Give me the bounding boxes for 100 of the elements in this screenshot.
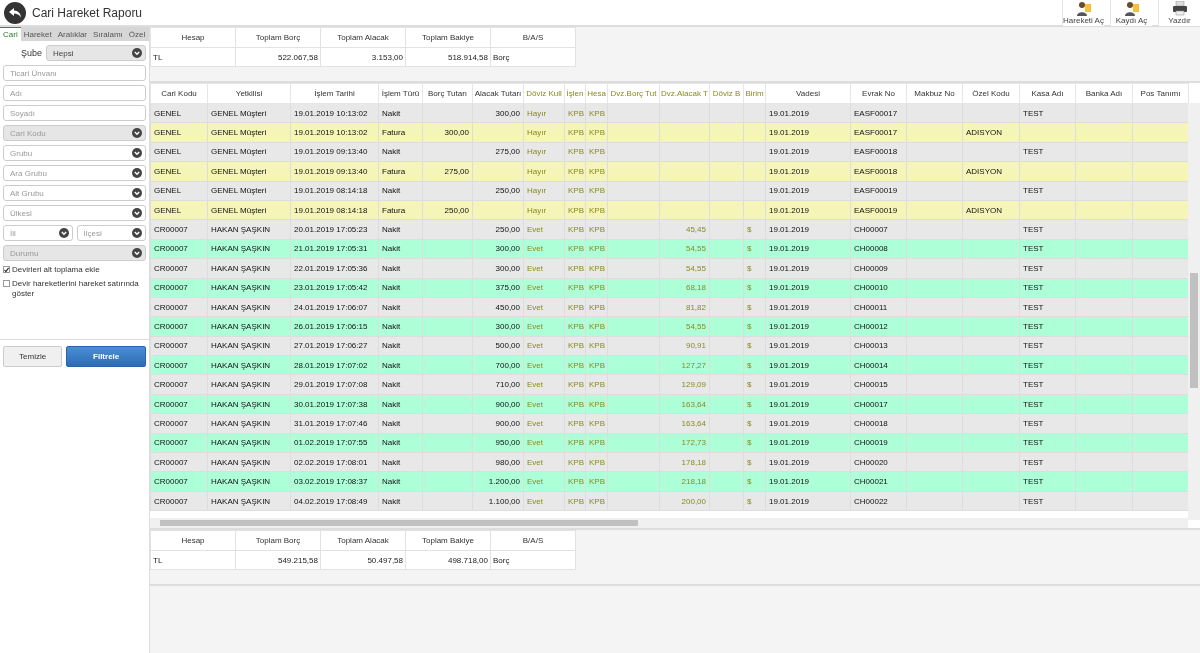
table-cell: $ [743, 452, 766, 472]
table-cell [906, 471, 963, 492]
table-cell [962, 355, 1020, 375]
table-row[interactable]: GENEL GENEL Müşteri 19.01.2019 09:13:40 Fatura 275,00 Hayır KPB KPB 19.01.2019 EASF00018 ADISYON [150, 161, 1189, 182]
table-cell: HAKAN ŞAŞKIN [207, 278, 291, 298]
table-row[interactable]: CR00007 HAKAN ŞAŞKIN 29.01.2019 17:07:08 Nakit 710,00 Evet KPB KPB 129,09 $ 19.01.2019 CH00015 TEST [150, 374, 1189, 395]
back-button[interactable] [4, 1, 26, 24]
table-cell: Evet [523, 452, 565, 472]
column-header[interactable]: Döviz Kull [523, 83, 565, 104]
table-cell [1019, 122, 1076, 143]
column-header[interactable]: İşlen [564, 83, 586, 104]
table-cell: KPB [564, 336, 586, 356]
checkbox[interactable] [3, 280, 10, 287]
table-row[interactable]: CR00007 HAKAN ŞAŞKIN 01.02.2019 17:07:55 Nakit 950,00 Evet KPB KPB 172,73 $ 19.01.2019 CH00019 TEST [150, 433, 1189, 453]
column-header[interactable]: Özel Kodu [962, 83, 1020, 104]
checkbox-option[interactable]: Devirleri alt toplama ekle [3, 265, 146, 275]
table-cell: CH00017 [850, 394, 907, 414]
table-cell: 26.01.2019 17:06:15 [290, 316, 379, 337]
table-cell: Nakit [378, 433, 423, 453]
vertical-scrollbar[interactable] [1188, 103, 1200, 520]
table-cell: 28.01.2019 17:07:02 [290, 355, 379, 375]
table-row[interactable]: CR00007 HAKAN ŞAŞKIN 21.01.2019 17:05:31 Nakit 300,00 Evet KPB KPB 54,55 $ 19.01.2019 CH00008 TEST [150, 239, 1189, 259]
table-cell: CH00013 [850, 336, 907, 356]
column-header[interactable]: Yetkilisi [207, 83, 291, 104]
table-cell [906, 122, 963, 143]
table-cell: KPB [564, 316, 586, 337]
column-header[interactable]: Evrak No [850, 83, 907, 104]
table-cell [1075, 161, 1133, 182]
toolbar-button[interactable]: Yazdır [1158, 0, 1200, 26]
table-row[interactable]: CR00007 HAKAN ŞAŞKIN 30.01.2019 17:07:38 Nakit 900,00 Evet KPB KPB 163,64 $ 19.01.2019 CH00017 TEST [150, 394, 1189, 414]
column-header[interactable]: Dvz.Borç Tut [607, 83, 660, 104]
table-row[interactable]: CR00007 HAKAN ŞAŞKIN 02.02.2019 17:08:01 Nakit 980,00 Evet KPB KPB 178,18 $ 19.01.2019 CH00020 TEST [150, 452, 1189, 472]
toolbar-button[interactable]: Kaydı Aç [1110, 0, 1152, 26]
table-cell: 19.01.2019 [765, 433, 851, 453]
column-header[interactable]: Borç Tutarı [422, 83, 473, 104]
column-header[interactable]: Banka Adı [1075, 83, 1133, 104]
column-header[interactable]: Alacak Tutarı [472, 83, 524, 104]
table-row[interactable]: CR00007 HAKAN ŞAŞKIN 23.01.2019 17:05:42 Nakit 375,00 Evet KPB KPB 68,18 $ 19.01.2019 CH00010 TEST [150, 278, 1189, 298]
table-row[interactable]: CR00007 HAKAN ŞAŞKIN 22.01.2019 17:05:36 Nakit 300,00 Evet KPB KPB 54,55 $ 19.01.2019 CH00009 TEST [150, 258, 1189, 278]
table-cell: TL [150, 550, 236, 570]
select-field[interactable]: Hepsi [46, 45, 146, 61]
table-row[interactable]: CR00007 HAKAN ŞAŞKIN 26.01.2019 17:06:15 Nakit 300,00 Evet KPB KPB 54,55 $ 19.01.2019 CH00012 TEST [150, 316, 1189, 337]
table-cell: 1.100,00 [472, 491, 524, 511]
table-row[interactable]: CR00007 HAKAN ŞAŞKIN 03.02.2019 17:08:37 Nakit 1.200,00 Evet KPB KPB 218,18 $ 19.01.2019 CH00021 TEST [150, 471, 1189, 492]
table-cell: 900,00 [472, 394, 524, 414]
filter-button[interactable]: Filtrele [66, 346, 146, 367]
column-header[interactable]: Birim [743, 83, 766, 104]
table-row[interactable]: CR00007 HAKAN ŞAŞKIN 28.01.2019 17:07:02 Nakit 700,00 Evet KPB KPB 127,27 $ 19.01.2019 CH00014 TEST [150, 355, 1189, 375]
filter-tab[interactable]: Cari [0, 27, 21, 41]
table-cell [962, 471, 1020, 492]
table-row[interactable]: CR00007 HAKAN ŞAŞKIN 20.01.2019 17:05:23 Nakit 250,00 Evet KPB KPB 45,45 $ 19.01.2019 CH00007 TEST [150, 219, 1189, 240]
table-cell: 275,00 [422, 161, 473, 182]
table-row[interactable]: GENEL GENEL Müşteri 19.01.2019 08:14:18 Nakit 250,00 Hayır KPB KPB 19.01.2019 EASF00019 TEST [150, 181, 1189, 201]
table-row[interactable]: CR00007 HAKAN ŞAŞKIN 27.01.2019 17:06:27 Nakit 500,00 Evet KPB KPB 90,91 $ 19.01.2019 CH00013 TEST [150, 336, 1189, 356]
horizontal-scrollbar[interactable] [150, 518, 1188, 528]
table-row[interactable]: CR00007 HAKAN ŞAŞKIN 24.01.2019 17:06:07 Nakit 450,00 Evet KPB KPB 81,82 $ 19.01.2019 CH00011 TEST [150, 297, 1189, 317]
clear-button[interactable]: Temizle [3, 346, 63, 367]
table-cell: 19.01.2019 [765, 181, 851, 201]
filter-tab[interactable]: Hareket [20, 27, 55, 41]
table-row[interactable]: GENEL GENEL Müşteri 19.01.2019 09:13:40 Nakit 275,00 Hayır KPB KPB 19.01.2019 EASF00018 TEST [150, 142, 1189, 162]
column-header[interactable]: Vadesi [765, 83, 851, 104]
table-cell: $ [743, 355, 766, 375]
table-cell: EASF00017 [850, 103, 907, 123]
table-cell [906, 161, 963, 182]
table-row[interactable]: GENEL GENEL Müşteri 19.01.2019 08:14:18 Fatura 250,00 Hayır KPB KPB 19.01.2019 EASF00019 ADISYON [150, 200, 1189, 220]
table-cell: 1.200,00 [472, 471, 524, 492]
table-cell [906, 219, 963, 240]
table-cell: 19.01.2019 [765, 413, 851, 434]
filter-tab[interactable]: Özel [125, 27, 149, 41]
table-row[interactable]: GENEL GENEL Müşteri 19.01.2019 10:13:02 Fatura 300,00 Hayır KPB KPB 19.01.2019 EASF00017 ADISYON [150, 122, 1189, 143]
table-cell: 900,00 [472, 413, 524, 434]
column-header[interactable]: İşlem Tarihi [290, 83, 379, 104]
table-cell [607, 200, 660, 220]
check-icon [4, 266, 9, 273]
column-header[interactable]: Makbuz No [906, 83, 963, 104]
table-row[interactable]: GENEL GENEL Müşteri 19.01.2019 10:13:02 Nakit 300,00 Hayır KPB KPB 19.01.2019 EASF00017 TEST [150, 103, 1189, 123]
column-header[interactable]: Döviz B [709, 83, 744, 104]
table-cell: KPB [564, 374, 586, 395]
table-cell: KPB [564, 433, 586, 453]
table-row[interactable]: CR00007 HAKAN ŞAŞKIN 04.02.2019 17:08:49 Nakit 1.100,00 Evet KPB KPB 200,00 $ 19.01.2019 CH00022 TEST [150, 491, 1189, 511]
table-row[interactable]: CR00007 HAKAN ŞAŞKIN 31.01.2019 17:07:46 Nakit 900,00 Evet KPB KPB 163,64 $ 19.01.2019 CH00018 TEST [150, 413, 1189, 434]
column-header[interactable]: İşlem Türü [378, 83, 423, 104]
toolbar-button[interactable]: Hareketi Aç [1062, 0, 1104, 26]
column-header[interactable]: Pos Tanımı [1132, 83, 1189, 104]
column-header[interactable]: Dvz.Alacak T [659, 83, 710, 104]
column-header[interactable]: Cari Kodu [150, 83, 208, 104]
column-header[interactable]: Kasa Adı [1019, 83, 1076, 104]
checkbox[interactable] [3, 266, 10, 273]
table-cell [906, 336, 963, 356]
text-field[interactable]: Ticari Ünvanı [3, 65, 146, 81]
text-field[interactable]: Adı [3, 85, 146, 101]
column-header[interactable]: Hesa [585, 83, 608, 104]
table-cell: 27.01.2019 17:06:27 [290, 336, 379, 356]
table-cell [709, 355, 744, 375]
text-field[interactable]: Soyadı [3, 105, 146, 121]
table-cell [962, 103, 1020, 123]
table-cell: CH00019 [850, 433, 907, 453]
filter-tab[interactable]: Sıralamı [90, 27, 126, 41]
table-cell [1075, 239, 1133, 259]
filter-tab[interactable]: Aralıklar [54, 27, 91, 41]
